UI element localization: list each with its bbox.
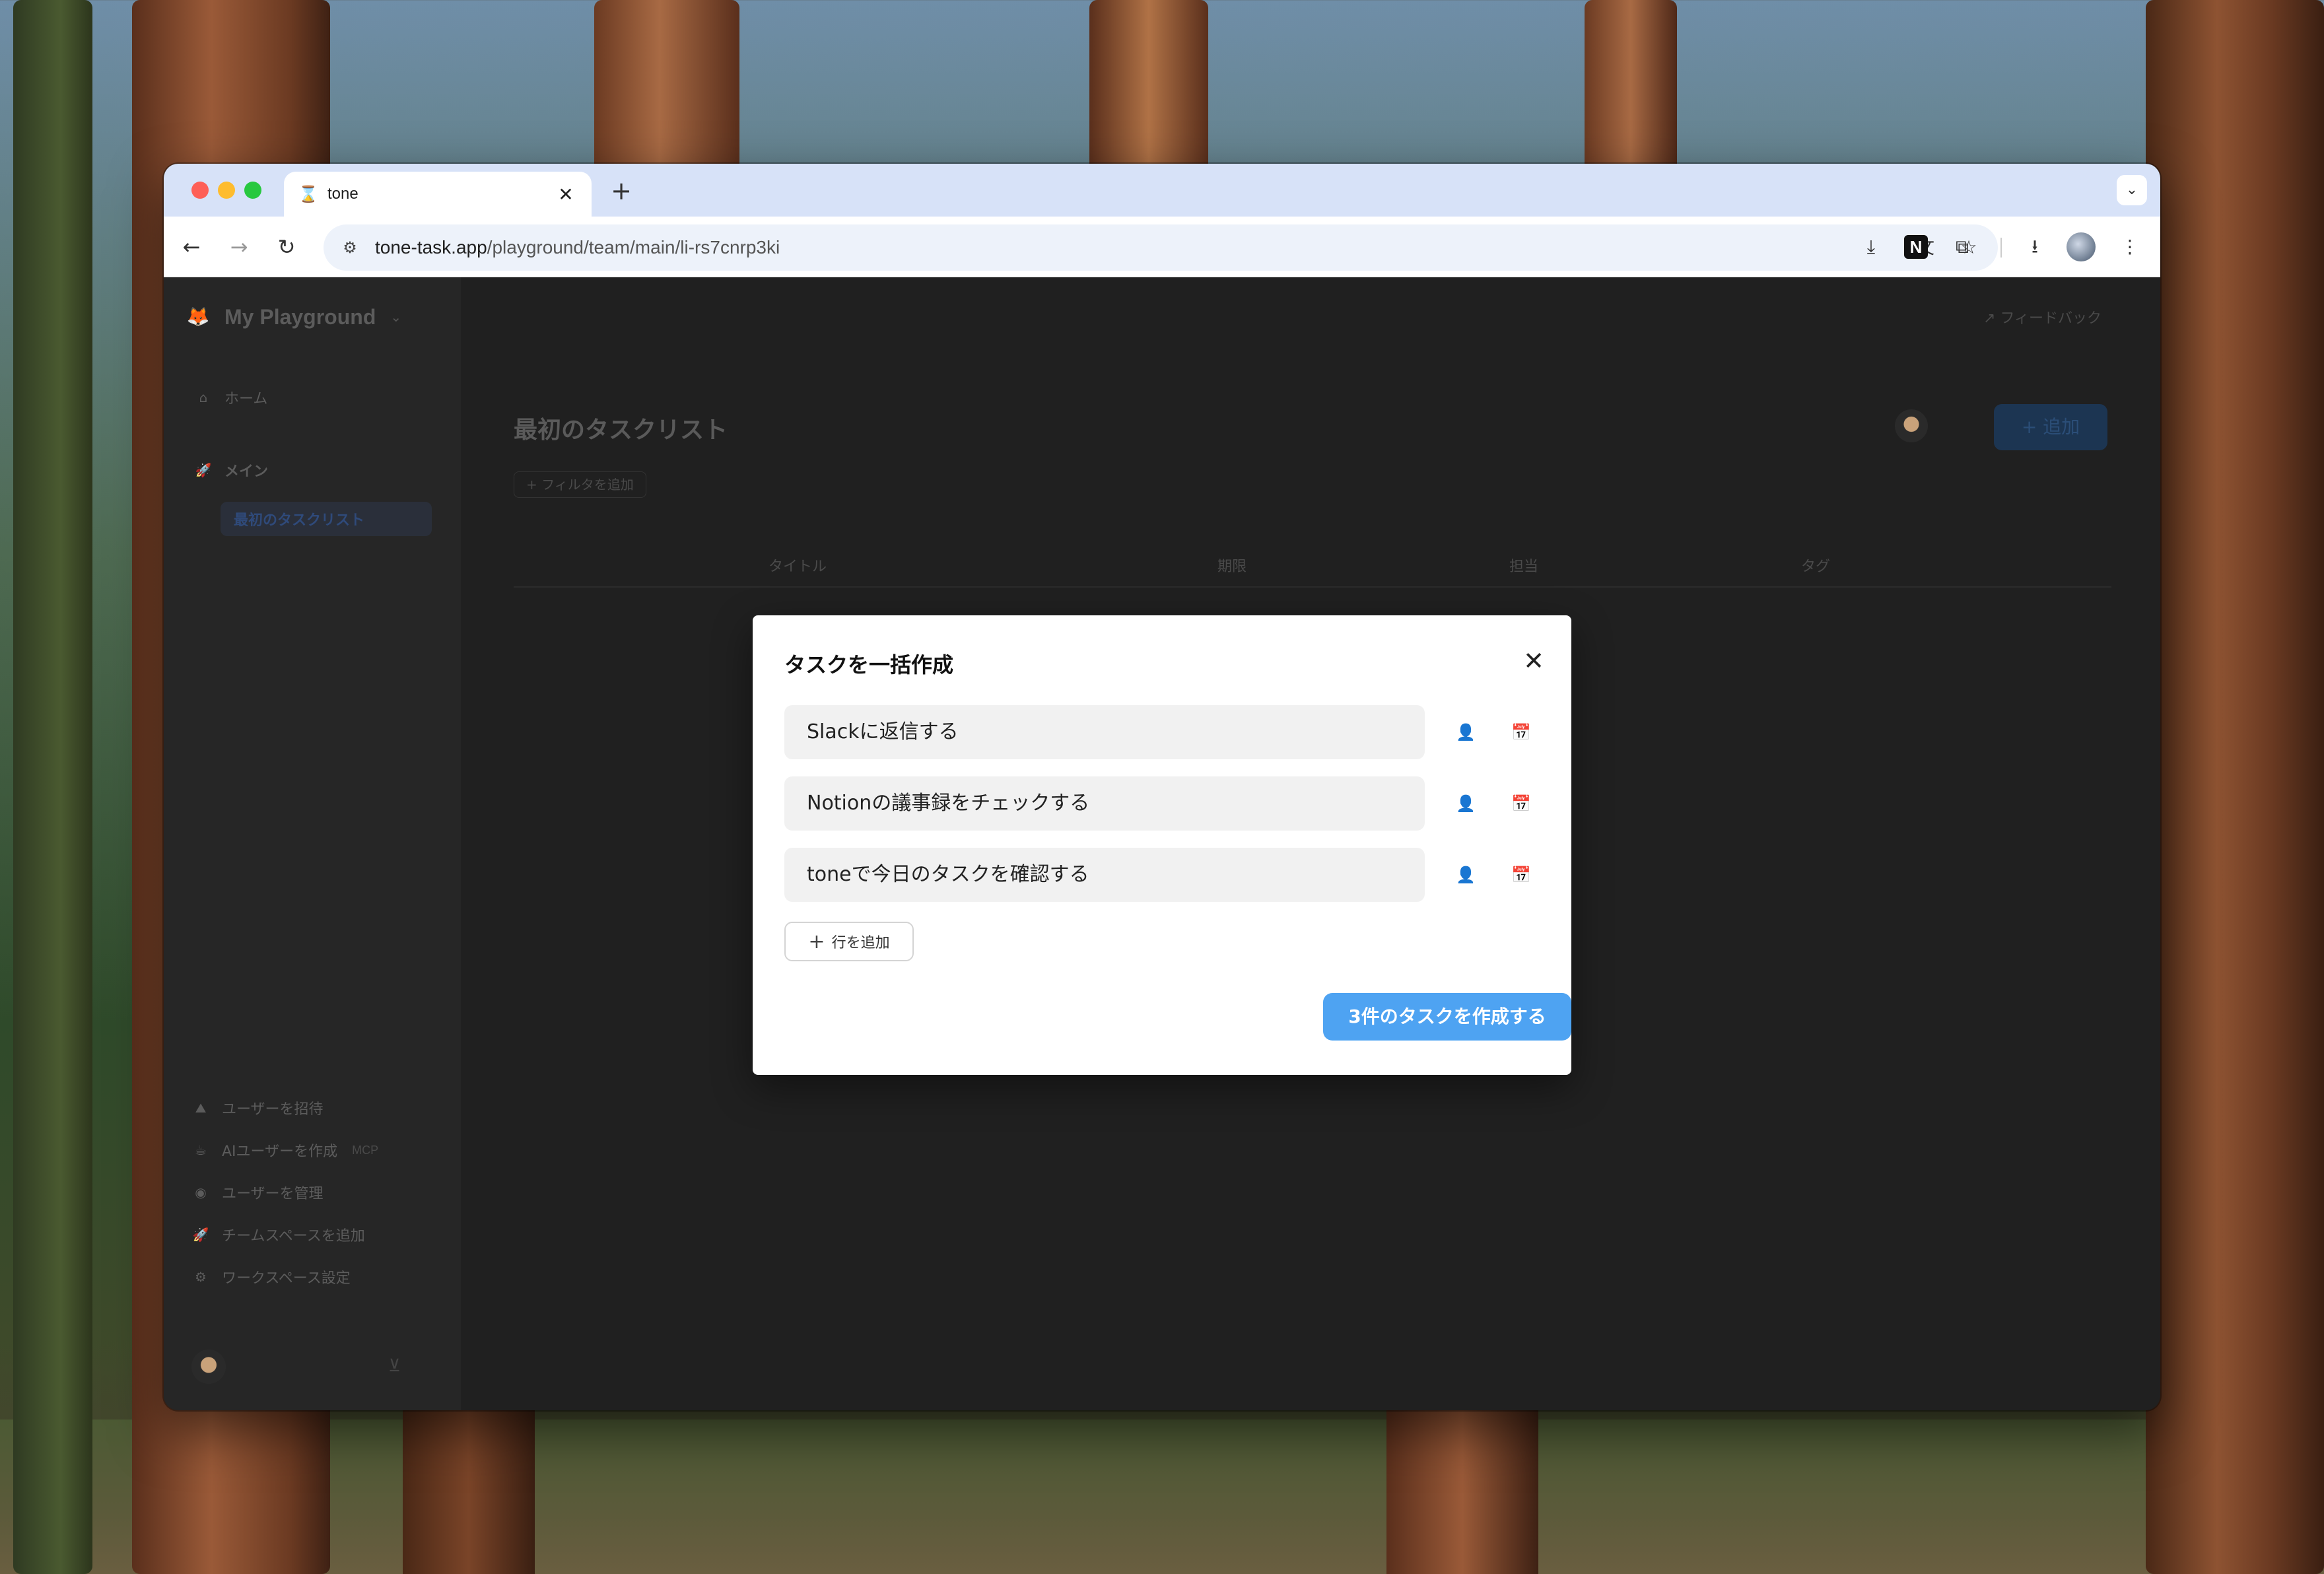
tree-trunk xyxy=(403,1386,535,1574)
browser-toolbar: ← → ↻ ⚙ tone-task.app/playground/team/ma… xyxy=(164,217,2160,277)
close-icon[interactable]: ✕ xyxy=(1519,646,1549,676)
tone-app: 🦊 My Playground ⌄ ⌂ ホーム 🚀 メイン 最初のタスクリスト … xyxy=(164,277,2160,1410)
minimize-window-button[interactable] xyxy=(218,182,235,199)
tab-close-icon[interactable]: ✕ xyxy=(555,184,577,205)
tab-tone[interactable]: ⌛ tone ✕ xyxy=(284,172,592,217)
toolbar-divider xyxy=(2000,238,2002,257)
reload-icon[interactable]: ↻ xyxy=(269,230,304,264)
calendar-plus-icon[interactable]: 📅 xyxy=(1508,790,1534,817)
tree-trunk xyxy=(1386,1386,1538,1574)
more-menu-icon[interactable]: ⋮ xyxy=(2114,231,2146,263)
zoom-window-button[interactable] xyxy=(244,182,261,199)
site-info-icon[interactable]: ⚙ xyxy=(338,236,362,259)
calendar-plus-icon[interactable]: 📅 xyxy=(1508,862,1534,888)
tab-search-chevron-icon[interactable]: ⌄ xyxy=(2117,175,2147,205)
calendar-plus-icon[interactable]: 📅 xyxy=(1508,719,1534,745)
profile-avatar[interactable] xyxy=(2067,232,2096,261)
close-window-button[interactable] xyxy=(191,182,209,199)
modal-backdrop[interactable]: タスクを一括作成 ✕ Slackに返信する 👤 📅 Notionの議事録をチェッ… xyxy=(164,277,2160,1410)
notion-extension-icon[interactable]: N xyxy=(1904,235,1928,259)
dialog-title: タスクを一括作成 xyxy=(784,652,954,677)
tab-title: tone xyxy=(327,185,359,203)
address-bar[interactable]: ⚙ tone-task.app/playground/team/main/li-… xyxy=(324,224,1998,271)
add-row-label: 行を追加 xyxy=(831,935,890,951)
save-to-extension-icon[interactable]: ⤓ xyxy=(1855,231,1887,263)
add-row-button[interactable]: + 行を追加 xyxy=(784,922,914,961)
forest-ground xyxy=(0,1420,2324,1574)
tree-trunk xyxy=(13,0,92,1574)
bulk-create-dialog: タスクを一括作成 ✕ Slackに返信する 👤 📅 Notionの議事録をチェッ… xyxy=(753,615,1571,1075)
tab-bar: ⌛ tone ✕ + ⌄ xyxy=(164,164,2160,217)
user-plus-icon[interactable]: 👤 xyxy=(1452,862,1479,888)
downloads-icon[interactable]: ⭳ xyxy=(2019,231,2051,263)
user-plus-icon[interactable]: 👤 xyxy=(1452,719,1479,745)
tone-favicon-icon: ⌛ xyxy=(298,185,318,203)
new-tab-button[interactable]: + xyxy=(606,176,636,206)
user-plus-icon[interactable]: 👤 xyxy=(1452,790,1479,817)
url-host: tone-task.app xyxy=(375,237,487,257)
forward-arrow-icon[interactable]: → xyxy=(222,230,256,264)
back-arrow-icon[interactable]: ← xyxy=(174,230,209,264)
task-title-input[interactable]: toneで今日のタスクを確認する xyxy=(784,848,1425,902)
url-path: /playground/team/main/li-rs7cnrp3ki xyxy=(487,237,780,257)
url-text[interactable]: tone-task.app/playground/team/main/li-rs… xyxy=(375,237,1896,258)
task-title-input[interactable]: Notionの議事録をチェックする xyxy=(784,776,1425,831)
task-title-value: Notionの議事録をチェックする xyxy=(807,792,1090,815)
task-title-input[interactable]: Slackに返信する xyxy=(784,705,1425,759)
extensions-puzzle-icon[interactable]: ⧉ xyxy=(1946,231,1978,263)
tree-trunk xyxy=(2146,0,2324,1574)
plus-icon: + xyxy=(808,930,825,953)
task-title-value: Slackに返信する xyxy=(807,720,959,743)
create-tasks-button[interactable]: 3件のタスクを作成する xyxy=(1323,993,1571,1041)
browser-window: ⌛ tone ✕ + ⌄ ← → ↻ ⚙ tone-task.app/playg… xyxy=(164,164,2160,1410)
task-title-value: toneで今日のタスクを確認する xyxy=(807,863,1089,886)
